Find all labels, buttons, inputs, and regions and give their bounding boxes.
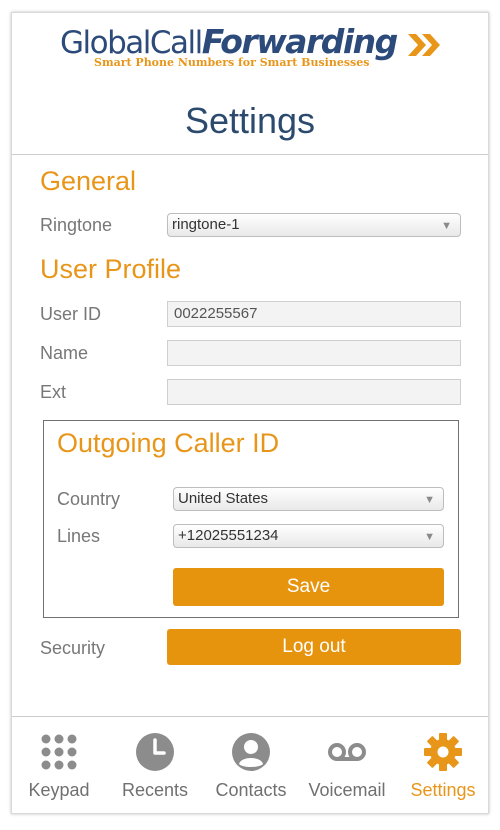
ext-field[interactable]	[167, 379, 461, 405]
nav-keypad[interactable]: Keypad	[11, 728, 107, 808]
ringtone-value: ringtone-1	[172, 216, 240, 233]
ext-label: Ext	[40, 382, 67, 402]
dropdown-arrow-icon: ▼	[424, 531, 435, 543]
nav-settings[interactable]: Settings	[395, 728, 491, 808]
ringtone-label: Ringtone	[40, 215, 113, 235]
nav-recents[interactable]: Recents	[107, 728, 203, 808]
security-label: Security	[40, 638, 106, 658]
voicemail-icon	[328, 743, 366, 761]
lines-select[interactable]: +12025551234 ▼	[173, 524, 444, 548]
gear-icon	[424, 733, 462, 771]
name-field[interactable]	[167, 340, 461, 366]
keypad-icon	[41, 734, 77, 770]
lines-label: Lines	[57, 526, 101, 546]
user-id-field[interactable]: 0022255567	[167, 301, 461, 327]
dropdown-arrow-icon: ▼	[424, 494, 435, 506]
country-value: United States	[178, 490, 269, 507]
nav-settings-label: Settings	[410, 780, 476, 800]
header-divider	[12, 154, 488, 155]
chevron-arrows-icon	[408, 34, 440, 56]
country-select[interactable]: United States ▼	[173, 487, 444, 511]
country-label: Country	[57, 489, 121, 509]
bottom-nav-divider	[12, 716, 488, 717]
nav-voicemail[interactable]: Voicemail	[299, 728, 395, 808]
user-profile-heading: User Profile	[40, 254, 182, 284]
page-title: Settings	[184, 100, 316, 141]
logo-tagline: Smart Phone Numbers for Smart Businesses	[94, 56, 370, 69]
clock-icon	[136, 733, 174, 771]
brand-logo: GlobalCallForwarding Smart Phone Numbers…	[60, 22, 450, 74]
nav-contacts[interactable]: Contacts	[203, 728, 299, 808]
general-heading: General	[40, 166, 137, 196]
person-icon	[232, 733, 270, 771]
nav-keypad-label: Keypad	[28, 780, 90, 800]
ringtone-select[interactable]: ringtone-1 ▼	[167, 213, 461, 237]
nav-voicemail-label: Voicemail	[308, 780, 386, 800]
outgoing-caller-id-heading: Outgoing Caller ID	[57, 428, 280, 458]
lines-value: +12025551234	[178, 527, 279, 544]
nav-contacts-label: Contacts	[215, 780, 287, 800]
user-id-label: User ID	[40, 304, 102, 324]
save-button[interactable]: Save	[173, 568, 444, 606]
logout-button[interactable]: Log out	[167, 629, 461, 665]
name-label: Name	[40, 343, 89, 363]
nav-recents-label: Recents	[121, 780, 189, 800]
dropdown-arrow-icon: ▼	[441, 220, 452, 232]
